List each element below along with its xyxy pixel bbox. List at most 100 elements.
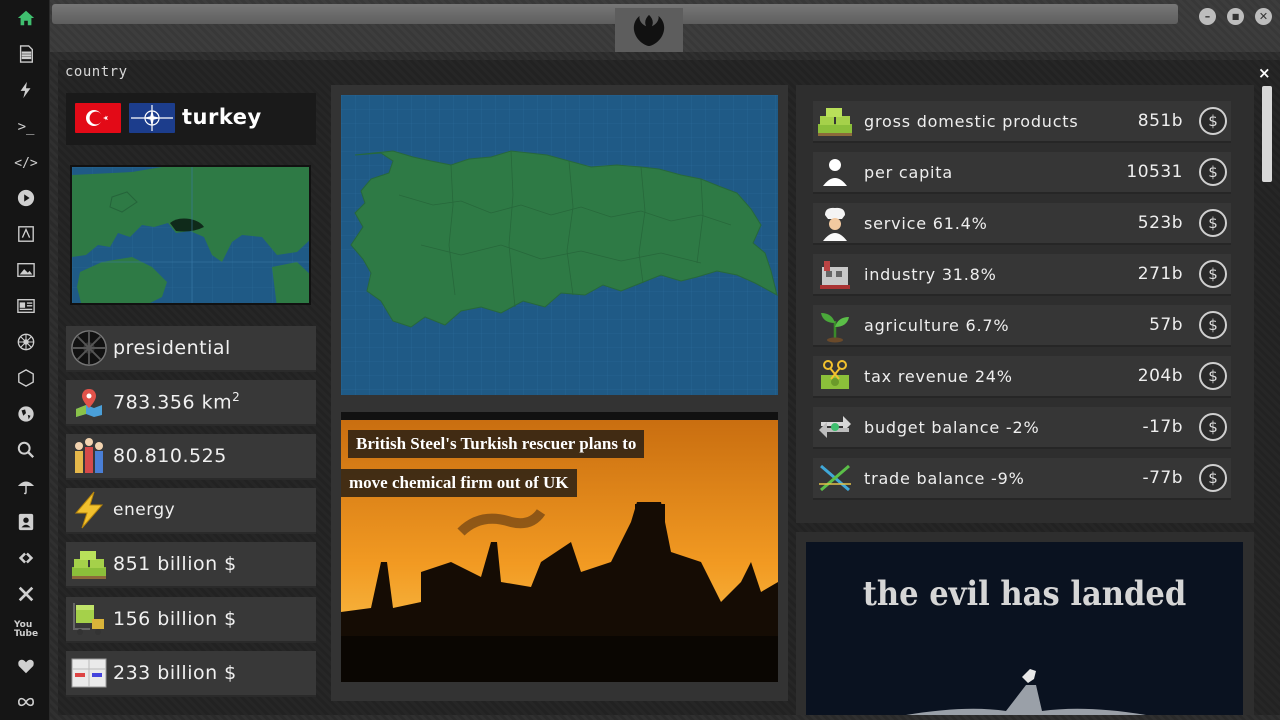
- document-icon[interactable]: [15, 43, 37, 65]
- economy-row[interactable]: per capita 10531 $: [813, 152, 1231, 194]
- economy-label: tax revenue 24%: [864, 366, 1013, 386]
- image-icon[interactable]: [15, 259, 37, 281]
- news-headline-line2: move chemical firm out of UK: [341, 469, 577, 497]
- home-icon[interactable]: [15, 7, 37, 29]
- exchange-icon[interactable]: [15, 547, 37, 569]
- globe-icon[interactable]: [15, 403, 37, 425]
- country-name: turkey: [182, 105, 262, 129]
- forklift-money-icon: [69, 599, 109, 639]
- economy-value: -17b: [1142, 417, 1183, 437]
- country-header: turkey: [66, 93, 316, 145]
- economy-value: -77b: [1142, 468, 1183, 488]
- scissors-money-icon: [815, 356, 855, 396]
- news-icon[interactable]: [15, 295, 37, 317]
- resource-card: energy: [66, 488, 316, 534]
- infinity-icon[interactable]: [15, 691, 37, 713]
- trade-value-1: 156 billion $: [113, 608, 237, 630]
- money-stack-icon: [69, 544, 109, 584]
- news-headline-line1: British Steel's Turkish rescuer plans to: [348, 430, 645, 458]
- umbrella-icon[interactable]: [15, 475, 37, 497]
- minimize-button[interactable]: –: [1199, 8, 1216, 25]
- economy-value: 10531: [1126, 162, 1183, 182]
- dollar-coin-icon[interactable]: $: [1199, 209, 1227, 237]
- news-card[interactable]: British Steel's Turkish rescuer plans to…: [341, 412, 778, 682]
- code-icon[interactable]: </>: [14, 152, 37, 174]
- economy-label: trade balance -9%: [864, 468, 1025, 488]
- promo-text: the evil has landed: [862, 574, 1187, 614]
- youtube-icon[interactable]: You Tube: [14, 619, 38, 641]
- economy-value: 57b: [1149, 315, 1183, 335]
- economy-row[interactable]: trade balance -9% -77b $: [813, 458, 1231, 500]
- economy-label: per capita: [864, 162, 953, 182]
- dollar-coin-icon[interactable]: $: [1199, 464, 1227, 492]
- factory-icon: [815, 254, 855, 294]
- economy-row[interactable]: service 61.4% 523b $: [813, 203, 1231, 245]
- dollar-coin-icon[interactable]: $: [1199, 362, 1227, 390]
- dollar-coin-icon[interactable]: $: [1199, 260, 1227, 288]
- economy-label: gross domestic products: [864, 111, 1079, 131]
- dollar-coin-icon[interactable]: $: [1199, 413, 1227, 441]
- dollar-coin-icon[interactable]: $: [1199, 158, 1227, 186]
- dollar-coin-icon[interactable]: $: [1199, 107, 1227, 135]
- scrollbar-thumb[interactable]: [1262, 86, 1272, 182]
- economy-row[interactable]: agriculture 6.7% 57b $: [813, 305, 1231, 347]
- nato-flag: [129, 103, 175, 133]
- maximize-button[interactable]: ■: [1227, 8, 1244, 25]
- dollar-coin-icon[interactable]: $: [1199, 311, 1227, 339]
- turkey-flag: [75, 103, 121, 133]
- empire-icon[interactable]: [15, 331, 37, 353]
- country-map[interactable]: [341, 95, 778, 395]
- rebel-logo-tab[interactable]: [615, 8, 683, 52]
- energy-bolt-icon: [69, 490, 109, 530]
- hexagon-icon[interactable]: [15, 367, 37, 389]
- terminal-icon[interactable]: >_: [15, 116, 37, 138]
- person-icon: [815, 152, 855, 192]
- contact-icon[interactable]: [15, 511, 37, 533]
- promo-art: [906, 669, 1146, 715]
- trade-card-1: 156 billion $: [66, 597, 316, 643]
- economy-value: 523b: [1137, 213, 1183, 233]
- area-value: 783.356 km2: [113, 390, 240, 413]
- left-sidebar: >_ </> You Tube: [0, 0, 50, 720]
- economy-label: service 61.4%: [864, 213, 988, 233]
- population-value: 80.810.525: [113, 445, 227, 467]
- plant-icon: [815, 305, 855, 345]
- trade-card-2: 233 billion $: [66, 651, 316, 697]
- area-text: 783.356 km: [113, 391, 233, 414]
- economy-row[interactable]: industry 31.8% 271b $: [813, 254, 1231, 296]
- close-window-button[interactable]: ✕: [1255, 8, 1272, 25]
- area-card: 783.356 km2: [66, 380, 316, 426]
- chef-icon: [815, 203, 855, 243]
- economy-value: 851b: [1137, 111, 1183, 131]
- arrows-icon: [815, 407, 855, 447]
- heart-icon[interactable]: [15, 655, 37, 677]
- government-type: presidential: [113, 337, 231, 359]
- economy-row[interactable]: gross domestic products 851b $: [813, 101, 1231, 143]
- economy-row[interactable]: budget balance -2% -17b $: [813, 407, 1231, 449]
- economy-label: budget balance -2%: [864, 417, 1040, 437]
- lightning-icon[interactable]: [15, 79, 37, 101]
- tools-icon[interactable]: [15, 583, 37, 605]
- panel-title: country: [65, 64, 128, 80]
- cargo-boxes-icon: [69, 653, 109, 693]
- gdp-card: 851 billion $: [66, 542, 316, 588]
- economy-label: industry 31.8%: [864, 264, 997, 284]
- population-card: 80.810.525: [66, 434, 316, 480]
- play-icon[interactable]: [15, 187, 37, 209]
- economy-value: 271b: [1137, 264, 1183, 284]
- economy-label: agriculture 6.7%: [864, 315, 1010, 335]
- money-stack-icon: [815, 101, 855, 141]
- government-card: presidential: [66, 326, 316, 372]
- gdp-value: 851 billion $: [113, 553, 237, 575]
- map-pin-icon: [69, 382, 109, 422]
- translate-icon[interactable]: [15, 223, 37, 245]
- resource-value: energy: [113, 500, 176, 520]
- economy-row[interactable]: tax revenue 24% 204b $: [813, 356, 1231, 398]
- economy-value: 204b: [1137, 366, 1183, 386]
- panel-close-button[interactable]: ×: [1258, 64, 1271, 82]
- rebel-alliance-icon: [633, 14, 665, 47]
- trade-value-2: 233 billion $: [113, 662, 237, 684]
- search-icon[interactable]: [15, 439, 37, 461]
- promo-banner[interactable]: the evil has landed: [806, 542, 1243, 715]
- world-minimap[interactable]: [70, 165, 311, 305]
